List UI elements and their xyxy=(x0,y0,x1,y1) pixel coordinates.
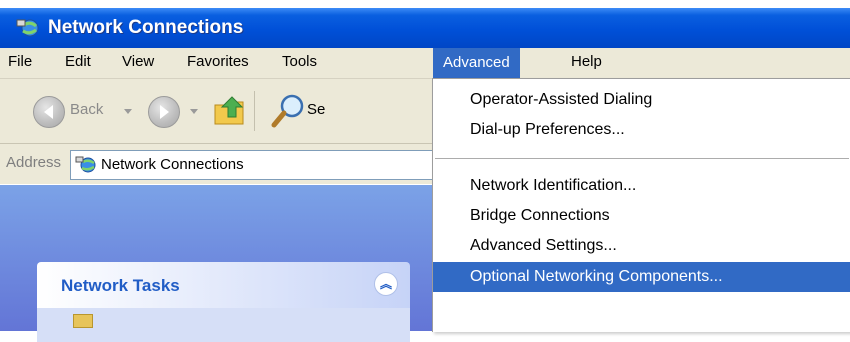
back-label[interactable]: Back xyxy=(70,101,103,118)
menu-item-bridge-connections[interactable]: Bridge Connections xyxy=(433,201,850,231)
menu-file[interactable]: File xyxy=(8,53,32,70)
back-dropdown-icon[interactable] xyxy=(124,109,132,114)
search-label[interactable]: Se xyxy=(307,101,325,118)
menu-item-dial-up-preferences[interactable]: Dial-up Preferences... xyxy=(433,115,850,145)
menu-item-label: Optional Networking Components... xyxy=(470,268,723,285)
menu-item-label: Dial-up Preferences... xyxy=(470,121,625,138)
menu-item-label: Advanced Settings... xyxy=(470,237,617,254)
title-bar[interactable]: Network Connections xyxy=(0,8,850,48)
menu-item-operator-assisted-dialing[interactable]: Operator-Assisted Dialing xyxy=(433,85,850,115)
menu-edit[interactable]: Edit xyxy=(65,53,91,70)
advanced-menu-dropdown: Operator-Assisted Dialing Dial-up Prefer… xyxy=(432,78,850,332)
menu-advanced[interactable]: Advanced xyxy=(433,48,520,78)
forward-button[interactable] xyxy=(148,96,180,128)
collapse-chevron-icon[interactable]: ︽ xyxy=(374,272,398,296)
network-tasks-header[interactable]: Network Tasks ︽ xyxy=(37,262,410,308)
network-tasks-body xyxy=(37,308,410,342)
menu-item-label: Network Identification... xyxy=(470,177,637,194)
menu-item-network-identification[interactable]: Network Identification... xyxy=(433,171,850,201)
address-field[interactable]: Network Connections xyxy=(70,150,433,180)
menu-tools[interactable]: Tools xyxy=(282,53,317,70)
network-connections-icon xyxy=(16,19,39,37)
window-title: Network Connections xyxy=(48,17,244,38)
back-button[interactable] xyxy=(33,96,65,128)
network-tasks-title: Network Tasks xyxy=(61,276,180,295)
folder-up-icon[interactable] xyxy=(212,93,248,129)
menu-item-optional-networking-components[interactable]: Optional Networking Components... xyxy=(433,262,850,292)
network-connections-icon xyxy=(75,156,96,173)
menu-bar: File Edit View Favorites Tools Advanced … xyxy=(0,48,850,79)
toolbar-separator xyxy=(254,91,255,131)
task-pane: Network Tasks ︽ xyxy=(0,185,432,342)
menu-favorites[interactable]: Favorites xyxy=(187,53,249,70)
task-item-icon xyxy=(73,314,93,328)
menu-help[interactable]: Help xyxy=(571,53,602,70)
forward-dropdown-icon[interactable] xyxy=(190,109,198,114)
network-tasks-panel: Network Tasks ︽ xyxy=(37,262,410,342)
search-icon[interactable] xyxy=(270,91,306,131)
menu-separator xyxy=(435,158,849,159)
address-bar: Address Network Connections xyxy=(0,144,433,184)
menu-item-label: Operator-Assisted Dialing xyxy=(470,91,653,108)
menu-item-label: Bridge Connections xyxy=(470,207,610,224)
back-arrow-icon xyxy=(44,105,53,119)
forward-arrow-icon xyxy=(160,105,169,119)
address-label: Address xyxy=(6,154,62,171)
menu-view[interactable]: View xyxy=(122,53,154,70)
menu-item-advanced-settings[interactable]: Advanced Settings... xyxy=(433,231,850,261)
address-value: Network Connections xyxy=(101,156,244,173)
toolbar: Back Se xyxy=(0,79,432,144)
